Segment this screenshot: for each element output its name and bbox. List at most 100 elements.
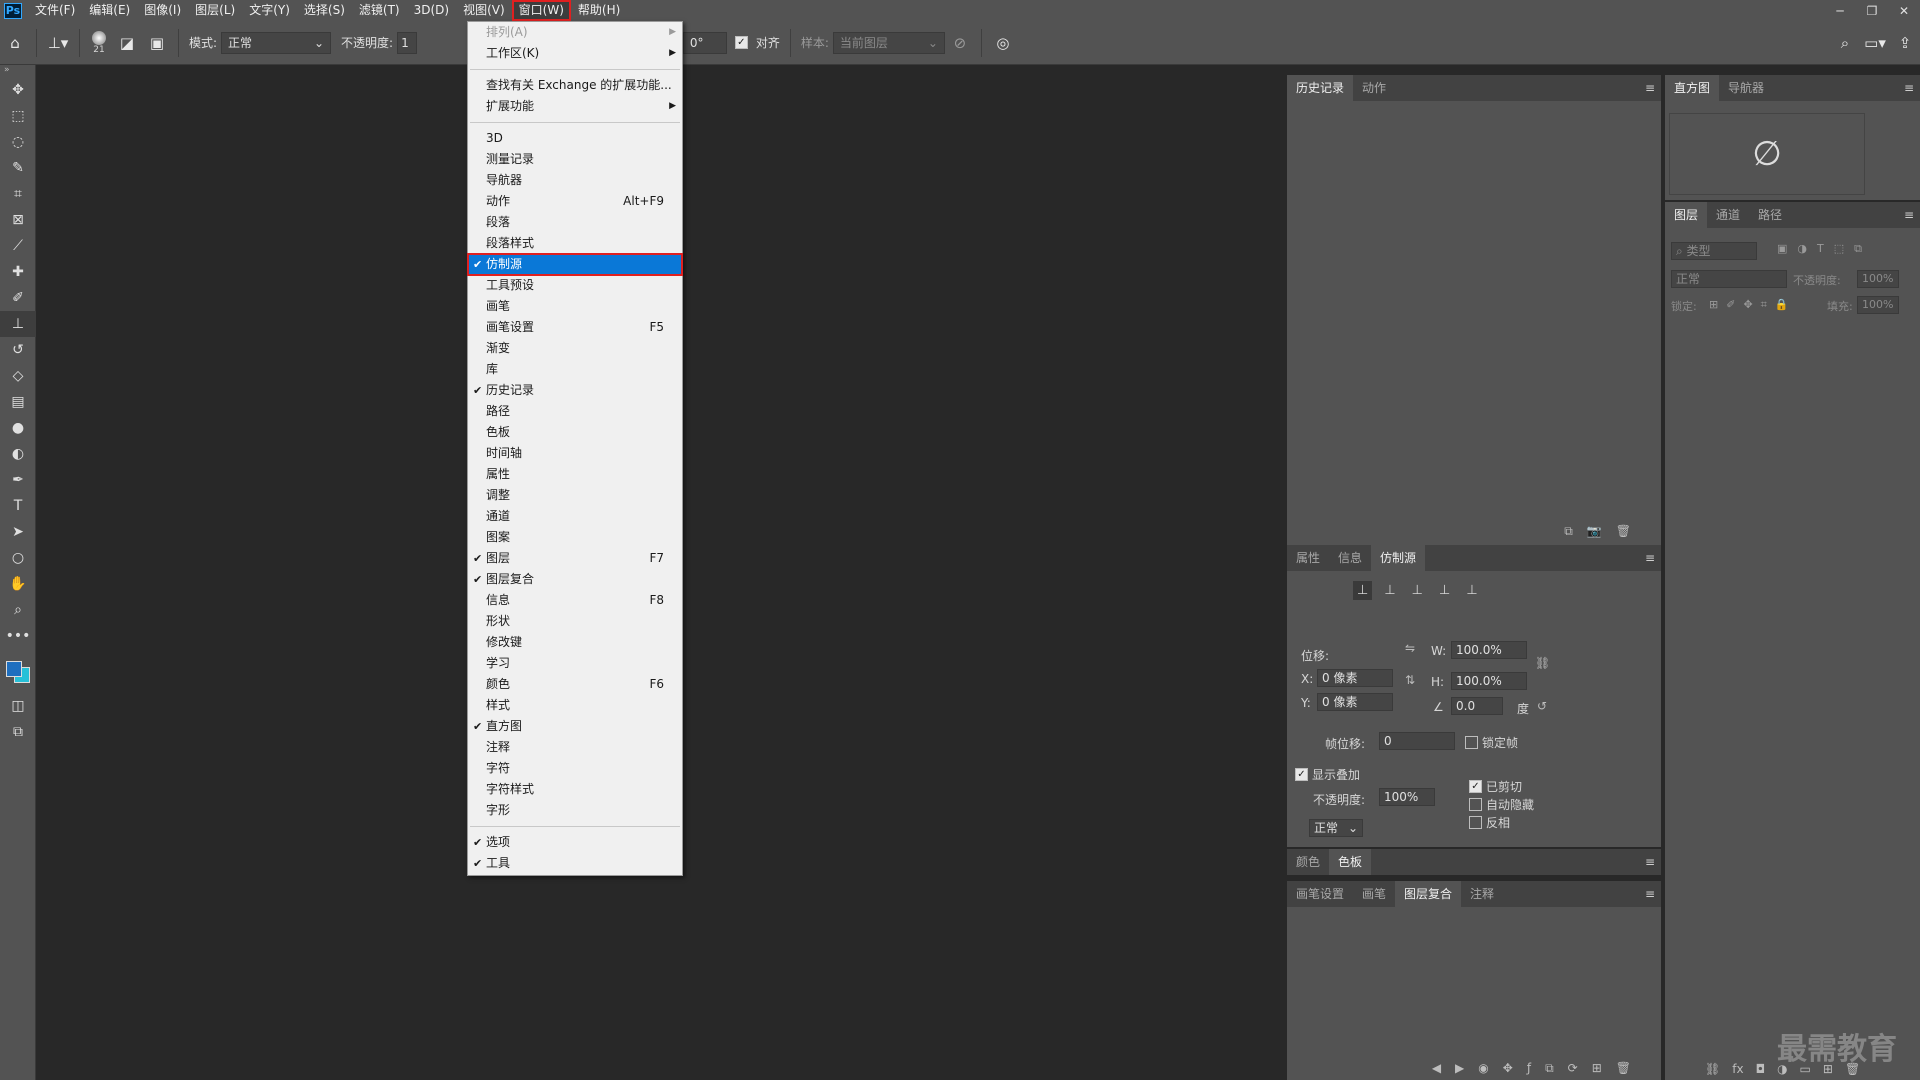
mode-select[interactable]: 正常 ⌄	[221, 31, 332, 54]
flip-vertical-icon[interactable]: ⇅	[1405, 673, 1415, 687]
gradient-tool-icon[interactable]: ▤	[0, 389, 36, 415]
menu-10[interactable]: 帮助(H)	[571, 0, 627, 21]
lock-image-icon[interactable]: ✐	[1726, 298, 1735, 312]
apply-style-icon[interactable]: ƒ	[1527, 1061, 1531, 1076]
window-menu-item[interactable]: ✔ 选项	[468, 832, 682, 853]
window-menu-item[interactable]: 查找有关 Exchange 的扩展功能...	[468, 75, 682, 96]
next-comp-icon[interactable]: ▶	[1455, 1061, 1464, 1076]
frame-offset-input[interactable]: 0	[1379, 732, 1455, 750]
path-selection-tool-icon[interactable]: ➤	[0, 519, 36, 545]
fill-input[interactable]: 100%	[1857, 296, 1899, 314]
type-filter-icon[interactable]: T	[1817, 242, 1824, 256]
x-offset-input[interactable]: 0 像素	[1317, 669, 1393, 687]
window-menu-item[interactable]: 注释	[468, 737, 682, 758]
crop-tool-icon[interactable]: ⌗	[0, 181, 36, 207]
clone-stamp-tool-icon[interactable]: ⊥	[0, 311, 36, 337]
lock-position-icon[interactable]: ✥	[1743, 298, 1752, 312]
window-menu-item[interactable]: 工作区(K) ▶	[468, 43, 682, 64]
lasso-tool-icon[interactable]: ◌	[0, 129, 36, 155]
foreground-color-swatch[interactable]	[6, 661, 22, 677]
marquee-tool-icon[interactable]: ⬚	[0, 103, 36, 129]
new-comp-icon[interactable]: ⊞	[1592, 1061, 1602, 1076]
panel-menu-icon[interactable]: ≡	[1904, 208, 1914, 222]
lock-frame-checkbox[interactable]: 锁定帧	[1465, 734, 1518, 751]
window-menu-item[interactable]: 段落	[468, 212, 682, 233]
window-menu-item[interactable]: ✔ 仿制源	[467, 253, 683, 276]
window-menu-item[interactable]: 画笔	[468, 296, 682, 317]
menu-8[interactable]: 视图(V)	[456, 0, 512, 21]
window-menu-item[interactable]: 3D	[468, 128, 682, 149]
trash-icon[interactable]: 🗑	[1616, 1061, 1631, 1076]
invert-checkbox[interactable]: 反相	[1469, 814, 1510, 831]
layer-filter-select[interactable]: ⌕ 类型	[1671, 242, 1757, 260]
restore-icon[interactable]: ❐	[1856, 0, 1888, 21]
overlay-opacity-input[interactable]: 100%	[1379, 788, 1435, 806]
menu-1[interactable]: 编辑(E)	[82, 0, 137, 21]
menu-5[interactable]: 选择(S)	[297, 0, 352, 21]
trash-icon[interactable]: 🗑	[1845, 1062, 1860, 1076]
window-menu-item[interactable]: 测量记录	[468, 149, 682, 170]
snapshot-icon[interactable]: 📷	[1587, 524, 1602, 539]
clipped-checkbox[interactable]: ✓ 已剪切	[1469, 778, 1522, 795]
menu-2[interactable]: 图像(I)	[137, 0, 188, 21]
tab-swatches[interactable]: 色板	[1329, 849, 1372, 875]
tab-histogram[interactable]: 直方图	[1665, 75, 1720, 101]
move-tool-icon[interactable]: ✥	[0, 77, 36, 103]
window-menu-item[interactable]: 排列(A) ▶	[468, 22, 682, 43]
menu-4[interactable]: 文字(Y)	[242, 0, 297, 21]
apply-visibility-icon[interactable]: ◉	[1478, 1061, 1488, 1076]
link-layers-icon[interactable]: ⛓	[1705, 1062, 1720, 1076]
history-brush-tool-icon[interactable]: ↺	[0, 337, 36, 363]
menu-3[interactable]: 图层(L)	[188, 0, 242, 21]
tab-info[interactable]: 信息	[1329, 545, 1371, 571]
tab-navigator[interactable]: 导航器	[1719, 75, 1773, 101]
aligned-checkbox[interactable]: ✓ 对齐	[734, 34, 784, 51]
lock-all-icon[interactable]: 🔒	[1775, 298, 1789, 312]
window-menu-item[interactable]: ✔ 图层复合	[468, 569, 682, 590]
apply-selected-icon[interactable]: ⧉	[1545, 1061, 1554, 1076]
eraser-tool-icon[interactable]: ◇	[0, 363, 36, 389]
tab-channels[interactable]: 通道	[1707, 202, 1749, 228]
hand-tool-icon[interactable]: ✋	[0, 571, 36, 597]
tab-layer-comps[interactable]: 图层复合	[1395, 881, 1462, 907]
eyedropper-tool-icon[interactable]: ⟋	[0, 233, 36, 259]
search-icon[interactable]: ⌕	[1834, 32, 1856, 54]
workspace-icon[interactable]: ▭▾	[1864, 32, 1886, 54]
pen-tool-icon[interactable]: ✒	[0, 467, 36, 493]
image-filter-icon[interactable]: ▣	[1777, 242, 1787, 256]
show-overlay-checkbox[interactable]: ✓ 显示叠加	[1295, 766, 1360, 783]
tab-paths[interactable]: 路径	[1749, 202, 1791, 228]
tab-color[interactable]: 颜色	[1287, 849, 1329, 875]
share-icon[interactable]: ⇪	[1894, 32, 1916, 54]
window-menu-item[interactable]: 动作 Alt+F9	[468, 191, 682, 212]
panel-menu-icon[interactable]: ≡	[1645, 887, 1655, 901]
smart-object-filter-icon[interactable]: ⧉	[1854, 242, 1862, 256]
width-scale-input[interactable]: 100.0%	[1451, 641, 1527, 659]
layer-opacity-input[interactable]: 100%	[1857, 270, 1899, 288]
type-tool-icon[interactable]: T	[0, 493, 36, 519]
screen-mode-icon[interactable]: ⧉	[0, 719, 36, 745]
tab-properties[interactable]: 属性	[1287, 545, 1329, 571]
window-menu-item[interactable]: 样式	[468, 695, 682, 716]
window-menu-item[interactable]: 通道	[468, 506, 682, 527]
flip-horizontal-icon[interactable]: ⇋	[1405, 641, 1415, 655]
sample-select[interactable]: 当前图层 ⌄	[832, 31, 945, 54]
window-menu-item[interactable]: 工具预设	[468, 275, 682, 296]
adjustment-layer-icon[interactable]: ◑	[1777, 1062, 1787, 1076]
window-menu-item[interactable]: 渐变	[468, 338, 682, 359]
window-menu-item[interactable]: 信息 F8	[468, 590, 682, 611]
panel-menu-icon[interactable]: ≡	[1904, 81, 1914, 95]
window-menu-item[interactable]: 时间轴	[468, 443, 682, 464]
clone-source-2-icon[interactable]: ⊥	[1380, 581, 1399, 600]
panel-menu-icon[interactable]: ≡	[1645, 81, 1655, 95]
tab-brushes[interactable]: 画笔	[1353, 881, 1395, 907]
blur-tool-icon[interactable]: ●	[0, 415, 36, 441]
ignore-adjustment-layers-icon[interactable]: ⊘	[949, 32, 971, 54]
window-menu-item[interactable]: 图案	[468, 527, 682, 548]
window-menu-item[interactable]: 形状	[468, 611, 682, 632]
window-menu-item[interactable]: 库	[468, 359, 682, 380]
menu-9[interactable]: 窗口(W)	[511, 0, 571, 21]
clone-source-toggle-icon[interactable]: ▣	[146, 32, 168, 54]
add-mask-icon[interactable]: ◘	[1756, 1062, 1766, 1076]
window-menu-item[interactable]: 字形	[468, 800, 682, 821]
